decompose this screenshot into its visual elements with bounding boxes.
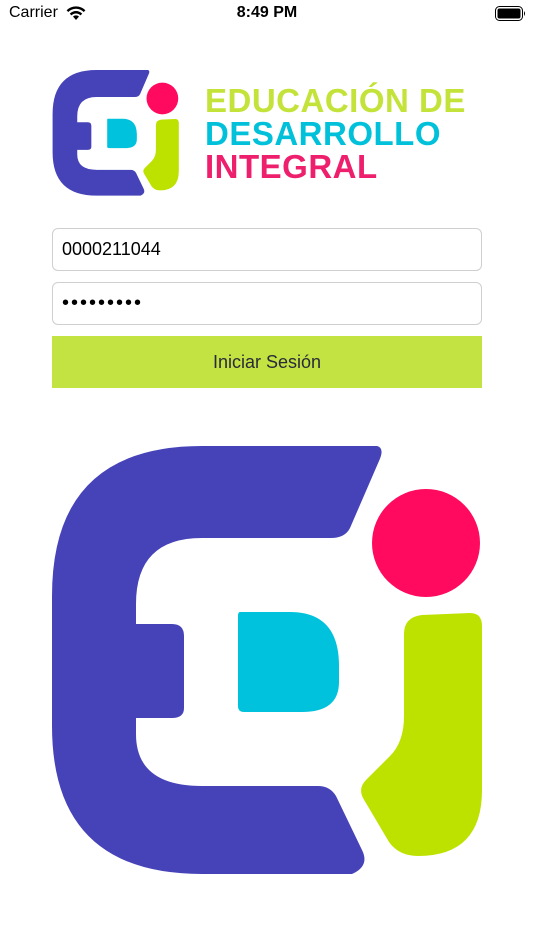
clock: 8:49 PM: [236, 4, 298, 21]
password-field[interactable]: [52, 282, 482, 325]
brand-line-3: INTEGRAL: [205, 148, 378, 185]
battery-icon: [495, 6, 525, 21]
header-logo: EDUCACIÓN DE DESARROLLO INTEGRAL: [52, 70, 484, 198]
edi-logo-mark-small: [52, 70, 179, 196]
status-bar: Carrier 8:49 PM: [0, 0, 534, 28]
brand-wordmark: EDUCACIÓN DE DESARROLLO INTEGRAL: [205, 84, 466, 183]
username-field[interactable]: [52, 228, 482, 271]
brand-line-2: DESARROLLO: [205, 115, 441, 152]
brand-line-1: EDUCACIÓN DE: [205, 82, 466, 119]
login-button[interactable]: Iniciar Sesión: [52, 336, 482, 388]
edi-logo-mark-large: [52, 446, 482, 874]
